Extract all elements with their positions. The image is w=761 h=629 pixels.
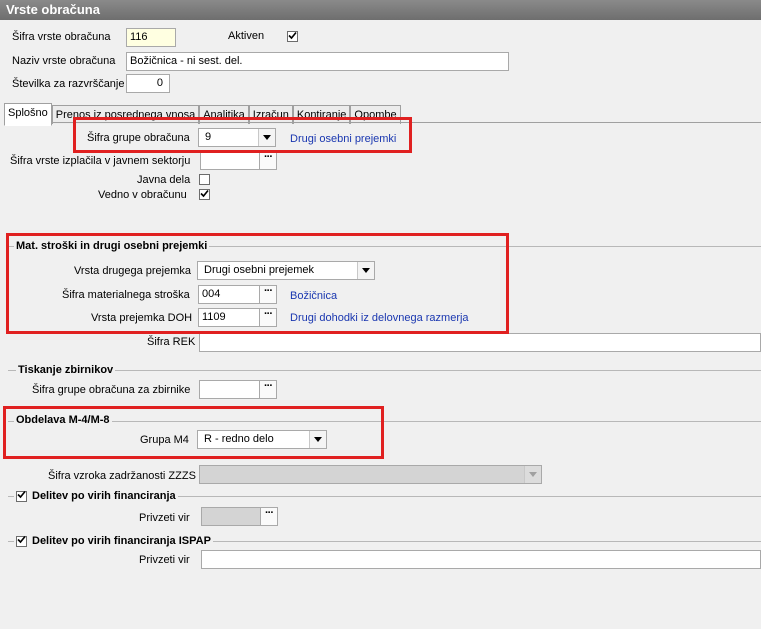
rek-input[interactable] [199,333,761,352]
check-icon [17,535,26,547]
ellipsis-icon: ··· [265,507,274,519]
grupa-description: Drugi osebni prejemki [290,133,397,145]
dropdown-arrow-icon [309,431,326,448]
sifra-label: Šifra vrste obračuna [12,31,111,43]
stevilka-label: Številka za razvrščanje [12,78,125,90]
delitev-header: Delitev po virih financiranja [14,490,178,502]
delitev-vir-label: Privzeti vir [139,512,190,524]
ellipsis-icon: ··· [264,308,273,320]
tiskanje-lookup-button[interactable]: ··· [259,380,277,399]
grupa-value: 9 [205,131,212,143]
delitev-vir-input[interactable] [201,507,261,526]
grupa-m4-value: R - redno delo [204,433,274,445]
tab-divider [4,122,761,123]
delitev-vir-lookup-button[interactable]: ··· [260,507,278,526]
naziv-label: Naziv vrste obračuna [12,55,116,67]
izplacila-lookup-button[interactable]: ··· [259,151,277,170]
javna-dela-label: Javna dela [137,174,191,186]
delitev-title: Delitev po virih financiranja [32,490,176,502]
zzzs-value [203,466,524,483]
grupa-m4-select[interactable]: R - redno delo [197,430,327,449]
group-divider [8,421,761,422]
zzzs-select[interactable] [199,465,542,484]
check-icon [17,490,26,502]
izplacila-input[interactable] [200,151,260,170]
mat-group-title: Mat. stroški in drugi osebni prejemki [14,240,210,252]
naziv-input[interactable]: Božičnica - ni sest. del. [126,52,509,71]
ellipsis-icon: ··· [264,151,273,163]
tiskanje-title: Tiskanje zbirnikov [16,364,116,376]
dropdown-arrow-icon [524,466,541,483]
grupa-m4-label: Grupa M4 [140,434,189,446]
delitev-ispap-title: Delitev po virih financiranja ISPAP [32,535,211,547]
delitev-ispap-vir-label: Privzeti vir [139,554,190,566]
tiskanje-grupa-label: Šifra grupe obračuna za zbirnike [32,384,191,396]
sifra-mat-input[interactable]: 004 [198,285,260,304]
stevilka-input[interactable]: 0 [126,74,170,93]
javna-dela-checkbox[interactable] [199,174,210,185]
delitev-ispap-checkbox[interactable] [16,535,27,547]
grupa-select[interactable]: 9 [198,128,276,147]
check-icon [288,31,297,43]
sifra-input[interactable]: 116 [126,28,176,47]
vrsta-value: Drugi osebni prejemek [204,264,315,276]
sifra-mat-description: Božičnica [290,290,338,302]
sifra-mat-label: Šifra materialnega stroška [62,289,190,301]
dropdown-arrow-icon [357,262,374,279]
dropdown-arrow-icon [258,129,275,146]
tab-splosno[interactable]: Splošno [4,103,52,126]
group-divider [8,370,761,371]
delitev-ispap-header: Delitev po virih financiranja ISPAP [14,535,213,547]
aktiven-checkbox[interactable] [287,31,298,42]
vrsta-label: Vrsta drugega prejemka [74,265,191,277]
window-title: Vrste obračuna [0,0,761,20]
aktiven-label: Aktiven [228,30,265,42]
tiskanje-grupa-input[interactable] [199,380,260,399]
delitev-checkbox[interactable] [16,490,27,502]
vrsta-select[interactable]: Drugi osebni prejemek [197,261,375,280]
ellipsis-icon: ··· [264,380,273,392]
delitev-ispap-vir-input[interactable] [201,550,761,569]
obdelava-title: Obdelava M-4/M-8 [14,414,112,426]
doh-description: Drugi dohodki iz delovnega razmerja [290,312,469,324]
izplacila-label: Šifra vrste izplačila v javnem sektorju [10,155,191,167]
tab-strip: Splošno Prenos iz posrednega vnosa Anali… [4,103,401,126]
zzzs-label: Šifra vzroka zadržanosti ZZZS [48,470,196,482]
check-icon [200,189,209,201]
doh-label: Vrsta prejemka DOH [91,312,193,324]
grupa-label: Šifra grupe obračuna [87,132,190,144]
vedno-checkbox[interactable] [199,189,210,200]
sifra-mat-lookup-button[interactable]: ··· [259,285,277,304]
ellipsis-icon: ··· [264,285,273,297]
vedno-label: Vedno v obračunu [98,189,187,201]
rek-label: Šifra REK [147,336,196,348]
doh-lookup-button[interactable]: ··· [259,308,277,327]
doh-input[interactable]: 1109 [198,308,260,327]
